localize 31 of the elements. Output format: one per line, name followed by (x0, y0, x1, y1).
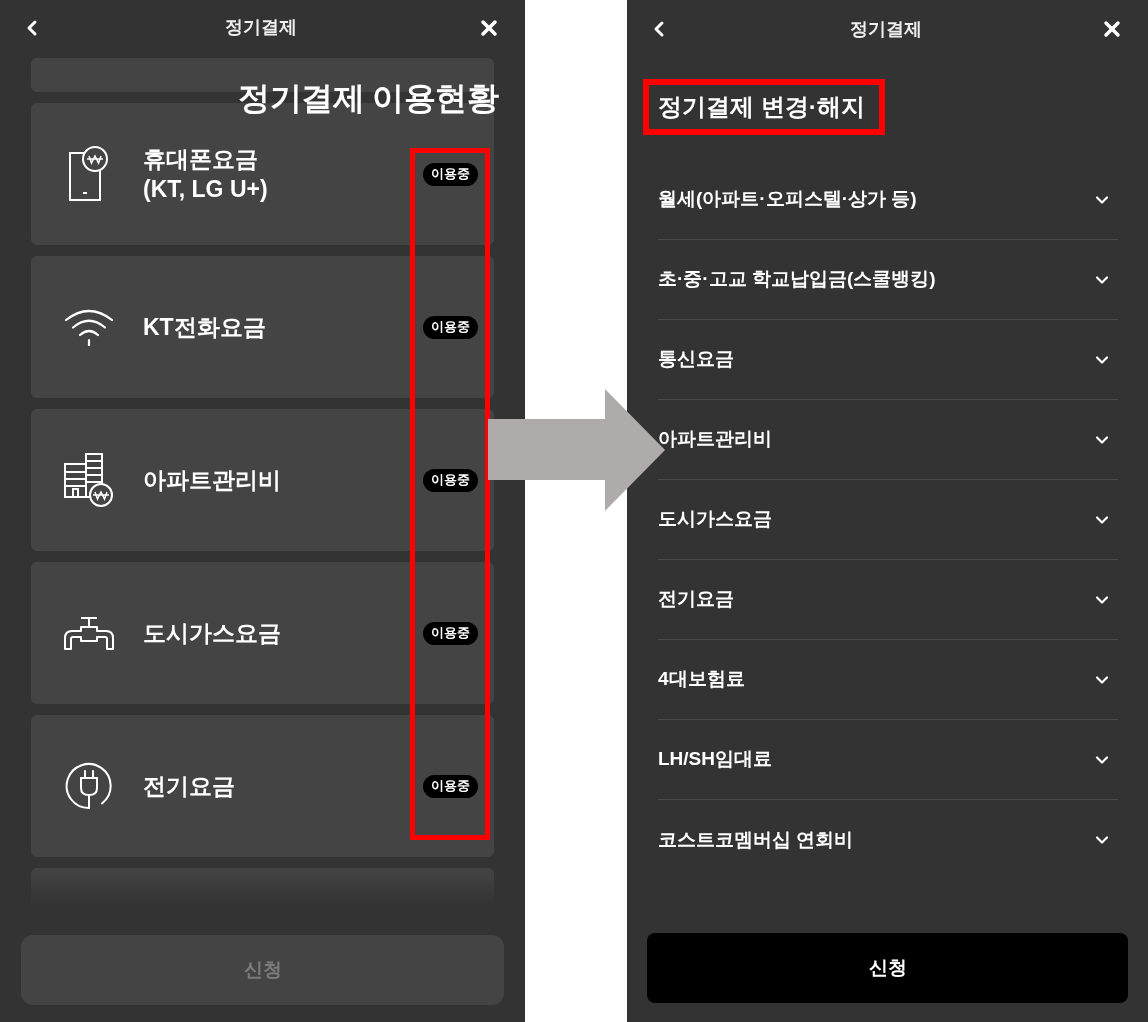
status-badge: 이용중 (423, 162, 478, 186)
accordion-item[interactable]: 월세(아파트·오피스텔·상가 등) (658, 160, 1118, 240)
screen-title: 정기결제 (849, 17, 922, 41)
accordion-item[interactable]: 코스트코멤버십 연회비 (658, 800, 1118, 880)
status-badge: 이용중 (423, 621, 478, 645)
service-card[interactable]: KT전화요금 이용중 (31, 256, 494, 398)
accordion-item[interactable]: 4대보험료 (658, 640, 1118, 720)
service-card[interactable]: 아파트관리비 이용중 (31, 409, 494, 551)
phone-coin-icon (69, 146, 109, 202)
service-name: 전기요금 (143, 772, 236, 801)
service-card[interactable]: 도시가스요금 이용중 (31, 562, 494, 704)
apply-button[interactable]: 신청 (647, 933, 1128, 1003)
accordion-item[interactable]: 전기요금 (658, 560, 1118, 640)
wifi-icon (64, 308, 114, 346)
accordion-item[interactable]: LH/SH임대료 (658, 720, 1118, 800)
status-badge: 이용중 (423, 774, 478, 798)
section-title: 정기결제 변경·해지 (658, 92, 865, 122)
screen-title: 정기결제 (224, 16, 297, 39)
service-name: KT전화요금 (143, 313, 267, 342)
pipe-valve-icon (64, 616, 114, 650)
plug-icon (65, 762, 113, 810)
accordion-item[interactable]: 초·중·고교 학교납입금(스쿨뱅킹) (658, 240, 1118, 320)
service-name: 휴대폰요금 (KT, LG U+) (143, 145, 269, 204)
service-card[interactable]: 전기요금 이용중 (31, 715, 494, 857)
building-coin-icon (64, 453, 114, 507)
status-badge: 이용중 (423, 468, 478, 492)
status-badge: 이용중 (423, 315, 478, 339)
accordion-item[interactable]: 도시가스요금 (658, 480, 1118, 560)
service-name: 도시가스요금 (143, 619, 282, 648)
service-name: 아파트관리비 (143, 466, 282, 495)
accordion-item[interactable]: 통신요금 (658, 320, 1118, 400)
